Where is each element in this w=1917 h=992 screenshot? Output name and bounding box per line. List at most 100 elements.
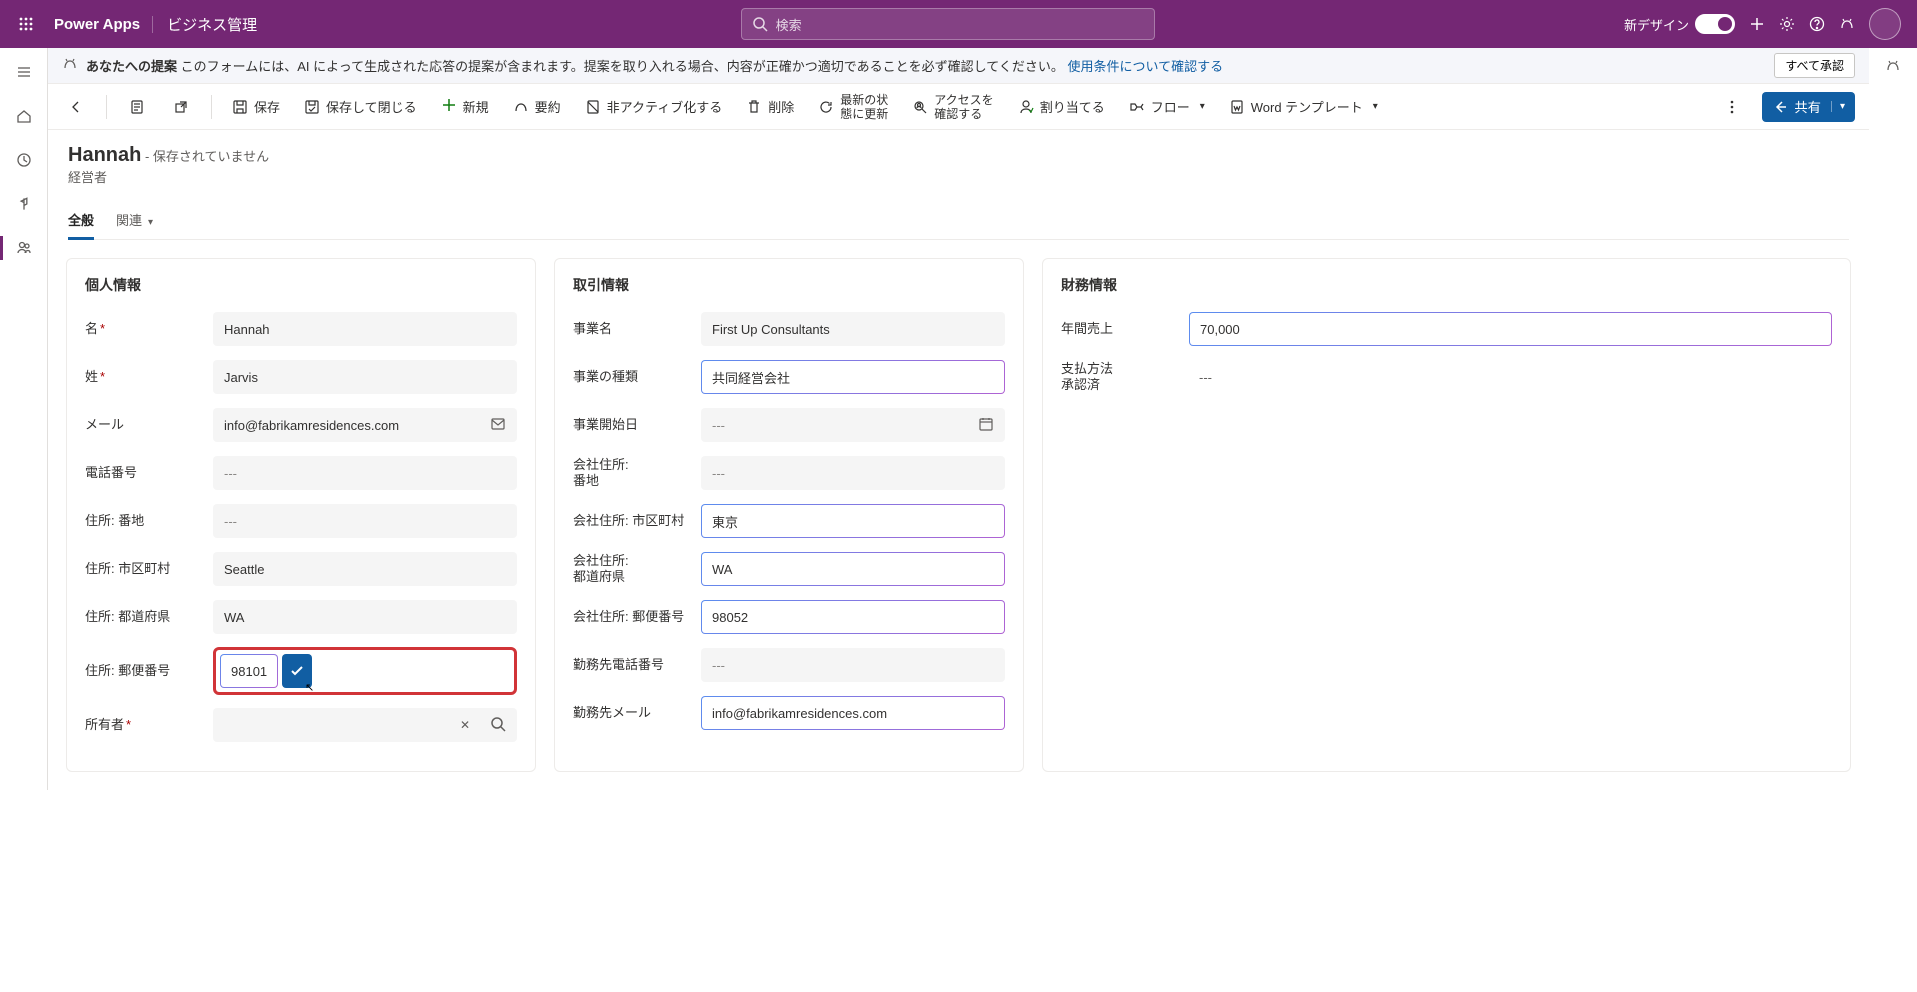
popout-icon[interactable] xyxy=(167,91,195,123)
check-access-button[interactable]: アクセスを確認する xyxy=(908,91,997,123)
suggestion-terms-link[interactable]: 使用条件について確認する xyxy=(1068,59,1224,74)
clear-owner-icon[interactable]: ✕ xyxy=(460,718,470,732)
refresh-button[interactable]: 最新の状態に更新 xyxy=(814,91,892,123)
field-revenue: 年間売上 70,000 xyxy=(1061,311,1832,347)
value-payment-approved[interactable]: --- xyxy=(1189,370,1832,385)
tab-related[interactable]: 関連▾ xyxy=(116,202,153,239)
suggestion-text: このフォームには、AI によって生成された応答の提案が含まれます。提案を取り入れ… xyxy=(177,59,1064,74)
field-biz-start: 事業開始日 --- xyxy=(573,407,1005,443)
calendar-icon[interactable] xyxy=(978,416,994,435)
field-email: メール info@fabrikamresidences.com xyxy=(85,407,517,443)
help-icon[interactable] xyxy=(1809,8,1825,40)
field-co-street: 会社住所:番地 --- xyxy=(573,455,1005,491)
record-unsaved-indicator: - 保存されていません xyxy=(141,149,269,164)
main-content: あなたへの提案 このフォームには、AI によって生成された応答の提案が含まれます… xyxy=(48,48,1869,790)
user-avatar[interactable] xyxy=(1869,8,1901,40)
field-payment-approved: 支払方法承認済 --- xyxy=(1061,359,1832,395)
field-addr-street: 住所: 番地 --- xyxy=(85,503,517,539)
back-button[interactable] xyxy=(62,91,90,123)
ai-suggestion-bar: あなたへの提案 このフォームには、AI によって生成された応答の提案が含まれます… xyxy=(48,48,1869,84)
field-addr-zip: 住所: 郵便番号 98101 ↖ xyxy=(85,647,517,695)
nav-people-icon[interactable] xyxy=(0,230,48,266)
input-biz-type[interactable]: 共同経営会社 xyxy=(701,360,1005,394)
field-phone: 電話番号 --- xyxy=(85,455,517,491)
cursor-icon: ↖ xyxy=(305,681,314,694)
save-button[interactable]: 保存 xyxy=(228,91,284,123)
field-co-state: 会社住所:都道府県 WA xyxy=(573,551,1005,587)
input-revenue[interactable]: 70,000 xyxy=(1189,312,1832,346)
input-addr-city[interactable]: Seattle xyxy=(213,552,517,586)
input-addr-street[interactable]: --- xyxy=(213,504,517,538)
input-biz-name[interactable]: First Up Consultants xyxy=(701,312,1005,346)
new-button[interactable]: 新規 xyxy=(437,91,493,123)
word-template-button[interactable]: Word テンプレート▾ xyxy=(1225,91,1382,123)
copilot-icon[interactable] xyxy=(1839,8,1855,40)
summary-button[interactable]: 要約 xyxy=(509,91,565,123)
field-biz-type: 事業の種類 共同経営会社 xyxy=(573,359,1005,395)
input-co-zip[interactable]: 98052 xyxy=(701,600,1005,634)
copilot-rail xyxy=(1869,48,1917,790)
input-co-city[interactable]: 東京 xyxy=(701,504,1005,538)
settings-icon[interactable] xyxy=(1779,8,1795,40)
flow-button[interactable]: フロー▾ xyxy=(1125,91,1209,123)
toggle-switch[interactable] xyxy=(1695,14,1735,34)
deactivate-button[interactable]: 非アクティブ化する xyxy=(581,91,727,123)
add-icon[interactable] xyxy=(1749,8,1765,40)
input-owner[interactable]: ✕ xyxy=(213,708,517,742)
section-finance: 財務情報 年間売上 70,000 支払方法承認済 --- xyxy=(1042,258,1851,772)
app-name[interactable]: ビジネス管理 xyxy=(153,14,271,35)
tab-general[interactable]: 全般 xyxy=(68,202,94,239)
search-icon xyxy=(752,16,768,32)
open-record-set-icon[interactable] xyxy=(123,91,151,123)
section-transaction: 取引情報 事業名 First Up Consultants 事業の種類 共同経営… xyxy=(554,258,1024,772)
nav-pinned-icon[interactable] xyxy=(0,186,48,222)
input-email[interactable]: info@fabrikamresidences.com xyxy=(213,408,517,442)
field-co-zip: 会社住所: 郵便番号 98052 xyxy=(573,599,1005,635)
copilot-pane-toggle-icon[interactable] xyxy=(1885,58,1901,79)
field-first-name: 名* Hannah xyxy=(85,311,517,347)
field-addr-state: 住所: 都道府県 WA xyxy=(85,599,517,635)
input-work-email[interactable]: info@fabrikamresidences.com xyxy=(701,696,1005,730)
input-co-street[interactable]: --- xyxy=(701,456,1005,490)
input-phone[interactable]: --- xyxy=(213,456,517,490)
app-launcher-icon[interactable] xyxy=(10,8,42,40)
nav-hamburger-icon[interactable] xyxy=(0,54,48,90)
lookup-search-icon[interactable] xyxy=(490,716,506,735)
nav-home-icon[interactable] xyxy=(0,98,48,134)
form-body: 個人情報 名* Hannah 姓* Jarvis メール info@fabrik… xyxy=(48,240,1869,790)
field-co-city: 会社住所: 市区町村 東京 xyxy=(573,503,1005,539)
delete-button[interactable]: 削除 xyxy=(742,91,798,123)
new-design-label: 新デザイン xyxy=(1624,15,1689,34)
global-header: Power Apps ビジネス管理 検索 新デザイン xyxy=(0,0,1917,48)
input-addr-zip[interactable]: 98101 xyxy=(220,654,278,688)
field-owner: 所有者* ✕ xyxy=(85,707,517,743)
assign-button[interactable]: 割り当てる xyxy=(1014,91,1109,123)
form-tabs: 全般 関連▾ xyxy=(68,202,1849,240)
input-first-name[interactable]: Hannah xyxy=(213,312,517,346)
field-last-name: 姓* Jarvis xyxy=(85,359,517,395)
input-work-phone[interactable]: --- xyxy=(701,648,1005,682)
save-close-button[interactable]: 保存して閉じる xyxy=(300,91,421,123)
accept-suggestion-button[interactable]: ↖ xyxy=(282,654,312,688)
input-co-state[interactable]: WA xyxy=(701,552,1005,586)
copilot-hint-icon xyxy=(62,56,78,75)
share-button[interactable]: 共有 ▾ xyxy=(1762,92,1855,122)
input-last-name[interactable]: Jarvis xyxy=(213,360,517,394)
field-work-phone: 勤務先電話番号 --- xyxy=(573,647,1005,683)
search-box[interactable]: 検索 xyxy=(741,8,1155,40)
nav-recent-icon[interactable] xyxy=(0,142,48,178)
new-design-toggle[interactable]: 新デザイン xyxy=(1624,8,1735,40)
input-addr-zip-highlight: 98101 ↖ xyxy=(213,647,517,695)
section-transaction-title: 取引情報 xyxy=(573,275,1005,295)
record-title: Hannah xyxy=(68,144,141,166)
section-personal: 個人情報 名* Hannah 姓* Jarvis メール info@fabrik… xyxy=(66,258,536,772)
command-bar: 保存 保存して閉じる 新規 要約 非アクティブ化する 削除 最新の状態に更新 ア… xyxy=(48,84,1869,130)
input-biz-start[interactable]: --- xyxy=(701,408,1005,442)
left-nav-rail xyxy=(0,48,48,790)
approve-all-button[interactable]: すべて承認 xyxy=(1774,53,1855,78)
record-entity-name: 経営者 xyxy=(68,167,1849,186)
input-addr-state[interactable]: WA xyxy=(213,600,517,634)
overflow-icon[interactable] xyxy=(1718,91,1746,123)
section-finance-title: 財務情報 xyxy=(1061,275,1832,295)
brand-name[interactable]: Power Apps xyxy=(42,16,153,33)
